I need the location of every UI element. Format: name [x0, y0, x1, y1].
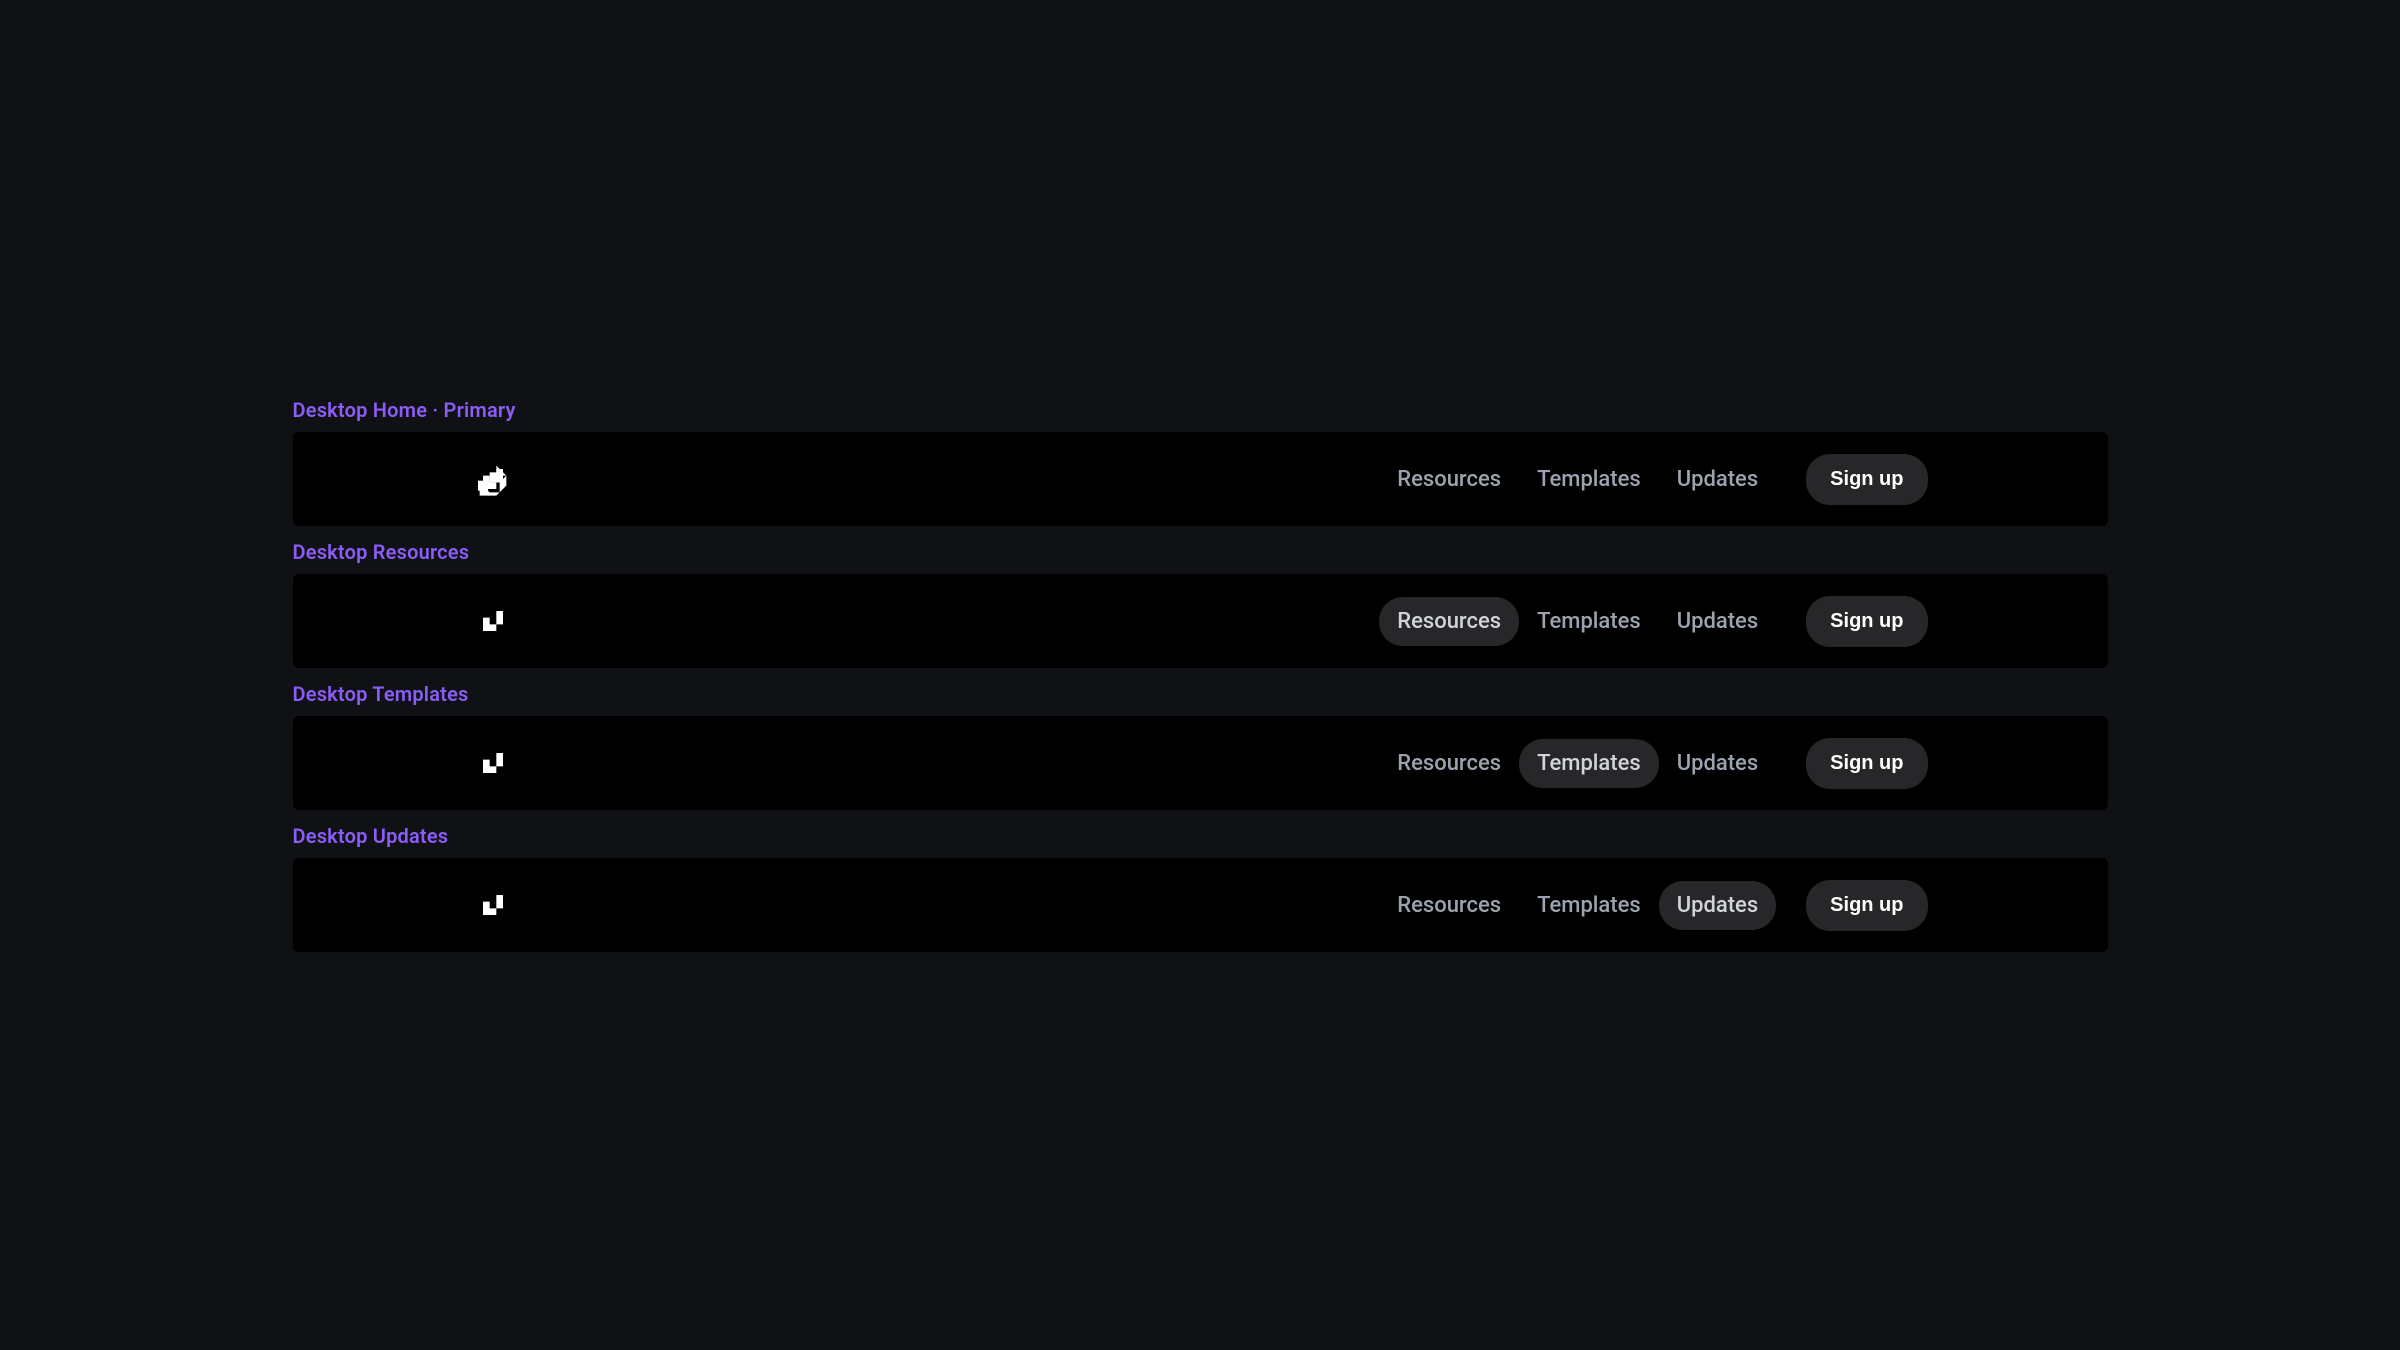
- nav-links-group: Resources Templates Updates: [1379, 881, 1776, 930]
- variants-container: Desktop Home · Primary Resources Templat…: [293, 398, 2108, 952]
- logo-icon[interactable]: [473, 743, 513, 783]
- nav-link-resources[interactable]: Resources: [1379, 881, 1519, 930]
- nav-link-updates[interactable]: Updates: [1659, 881, 1776, 930]
- nav-link-templates[interactable]: Templates: [1519, 455, 1659, 504]
- signup-button[interactable]: Sign up: [1806, 454, 1927, 505]
- nav-link-resources[interactable]: Resources: [1379, 739, 1519, 788]
- nav-links-group: Resources Templates Updates: [1379, 739, 1776, 788]
- nav-link-updates[interactable]: Updates: [1659, 597, 1776, 646]
- logo-icon[interactable]: [473, 601, 513, 641]
- navbar-resources: Resources Templates Updates Sign up: [293, 574, 2108, 668]
- navbar-updates: Resources Templates Updates Sign up: [293, 858, 2108, 952]
- signup-button[interactable]: Sign up: [1806, 596, 1927, 647]
- nav-link-templates[interactable]: Templates: [1519, 597, 1659, 646]
- variant-label-home: Desktop Home · Primary: [293, 398, 2108, 422]
- nav-right: Resources Templates Updates Sign up: [1379, 596, 1927, 647]
- logo-icon[interactable]: [473, 885, 513, 925]
- nav-right: Resources Templates Updates Sign up: [1379, 454, 1927, 505]
- nav-link-resources[interactable]: Resources: [1379, 455, 1519, 504]
- nav-link-resources[interactable]: Resources: [1379, 597, 1519, 646]
- signup-button[interactable]: Sign up: [1806, 738, 1927, 789]
- navbar-home: Resources Templates Updates Sign up: [293, 432, 2108, 526]
- variant-label-updates: Desktop Updates: [293, 824, 2108, 848]
- logo-icon[interactable]: [473, 459, 513, 499]
- nav-link-templates[interactable]: Templates: [1519, 881, 1659, 930]
- variant-label-templates: Desktop Templates: [293, 682, 2108, 706]
- navbar-templates: Resources Templates Updates Sign up: [293, 716, 2108, 810]
- nav-link-updates[interactable]: Updates: [1659, 739, 1776, 788]
- nav-right: Resources Templates Updates Sign up: [1379, 880, 1927, 931]
- nav-right: Resources Templates Updates Sign up: [1379, 738, 1927, 789]
- nav-link-templates[interactable]: Templates: [1519, 739, 1659, 788]
- nav-links-group: Resources Templates Updates: [1379, 455, 1776, 504]
- variant-label-resources: Desktop Resources: [293, 540, 2108, 564]
- signup-button[interactable]: Sign up: [1806, 880, 1927, 931]
- nav-links-group: Resources Templates Updates: [1379, 597, 1776, 646]
- nav-link-updates[interactable]: Updates: [1659, 455, 1776, 504]
